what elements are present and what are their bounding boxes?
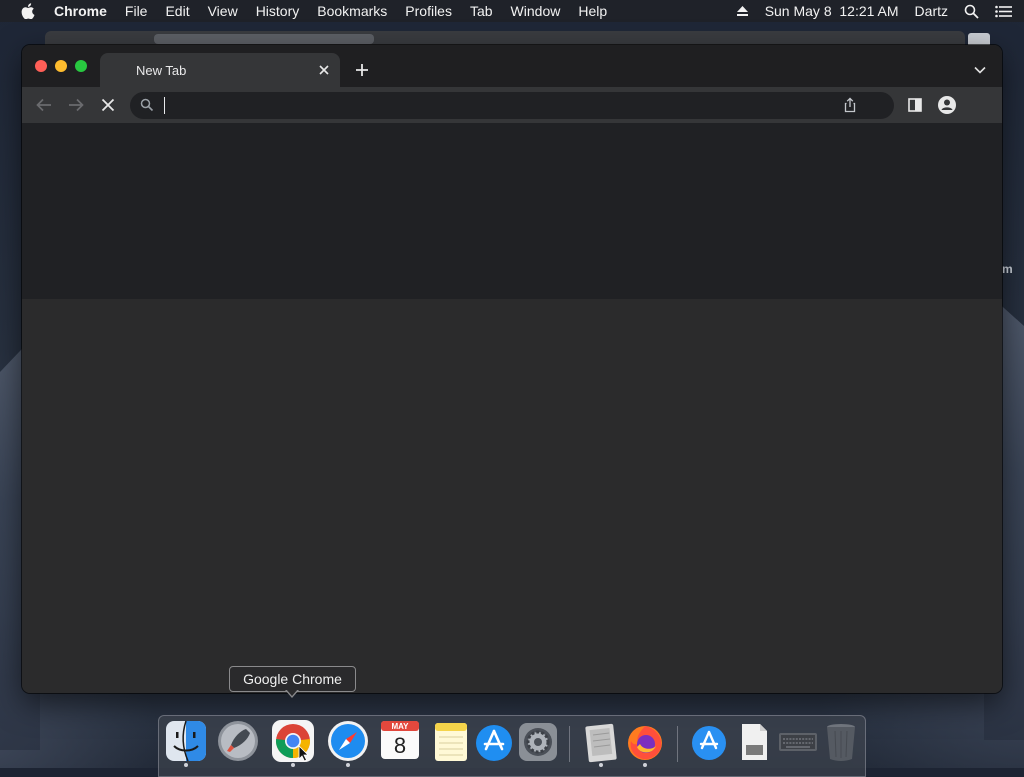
app-store-icon[interactable] (472, 719, 516, 763)
safari-running-indicator (346, 763, 350, 767)
menu-bookmarks[interactable]: Bookmarks (317, 0, 387, 22)
firefox-icon[interactable] (623, 719, 667, 763)
search-icon (140, 98, 154, 112)
new-tab-page-body (22, 299, 1002, 693)
menu-profiles[interactable]: Profiles (405, 0, 452, 22)
system-preferences-icon[interactable] (516, 719, 560, 763)
finder-running-indicator (184, 763, 188, 767)
calendar-icon[interactable]: MAY 8 (378, 719, 422, 763)
firefox-running-indicator (643, 763, 647, 767)
menu-bar: Chrome File Edit View History Bookmarks … (0, 0, 1024, 22)
chrome-icon[interactable] (271, 719, 315, 763)
desktop-edge-text: m (1002, 262, 1013, 276)
tab-close-icon[interactable] (316, 62, 332, 78)
finder-icon[interactable] (164, 719, 208, 763)
dock-separator (569, 726, 570, 762)
menu-view[interactable]: View (208, 0, 238, 22)
menu-window[interactable]: Window (511, 0, 561, 22)
address-bar[interactable] (130, 92, 894, 119)
menu-bar-status-area: Sun May 8 12:21 AM Dartz (720, 0, 1024, 22)
eject-icon[interactable] (736, 5, 749, 17)
spotlight-search-icon[interactable] (964, 4, 979, 19)
window-minimize-button[interactable] (55, 60, 67, 72)
forward-arrow-icon[interactable] (64, 93, 88, 117)
back-arrow-icon[interactable] (32, 93, 56, 117)
dock-separator-2 (677, 726, 678, 762)
chrome-window: New Tab (22, 45, 1002, 693)
browser-toolbar (22, 87, 1002, 123)
address-bar-input[interactable] (164, 96, 824, 115)
tab-search-chevron-down-icon[interactable] (970, 60, 990, 80)
menu-tab[interactable]: Tab (470, 0, 493, 22)
share-icon[interactable] (842, 97, 858, 113)
profile-avatar-icon[interactable] (935, 93, 959, 117)
menu-file[interactable]: File (125, 0, 148, 22)
new-tab-page-top (22, 123, 1002, 299)
keyboard-icon[interactable] (776, 719, 820, 763)
trash-icon[interactable] (819, 719, 863, 763)
menu-edit[interactable]: Edit (165, 0, 189, 22)
text-caret (164, 97, 165, 114)
window-zoom-button[interactable] (75, 60, 87, 72)
tab-strip[interactable]: New Tab (22, 45, 1002, 87)
menu-help[interactable]: Help (578, 0, 607, 22)
notification-center-icon[interactable] (995, 5, 1012, 18)
menu-app-chrome[interactable]: Chrome (54, 0, 107, 22)
new-tab-plus-icon[interactable] (352, 60, 372, 80)
archive-running-indicator (599, 763, 603, 767)
chrome-running-indicator (291, 763, 295, 767)
calendar-day-label: 8 (394, 733, 406, 758)
calendar-month-label: MAY (391, 722, 409, 731)
document-icon[interactable] (732, 719, 776, 763)
notes-icon[interactable] (429, 719, 473, 763)
side-panel-icon[interactable] (903, 93, 927, 117)
apple-menu-icon[interactable] (20, 3, 36, 19)
menu-history[interactable]: History (256, 0, 300, 22)
menu-clock[interactable]: Sun May 8 12:21 AM (765, 0, 899, 22)
menu-user[interactable]: Dartz (915, 0, 948, 22)
dock-tooltip-arrow-fill (286, 689, 298, 696)
app-store-folder-icon[interactable] (687, 719, 731, 763)
background-window-tab[interactable] (154, 34, 374, 44)
launchpad-icon[interactable] (216, 719, 260, 763)
archive-utility-icon[interactable] (579, 719, 623, 763)
stop-loading-icon[interactable] (96, 93, 120, 117)
tab-title: New Tab (136, 63, 187, 78)
window-close-button[interactable] (35, 60, 47, 72)
tab-new-tab[interactable]: New Tab (100, 53, 340, 87)
safari-icon[interactable] (326, 719, 370, 763)
